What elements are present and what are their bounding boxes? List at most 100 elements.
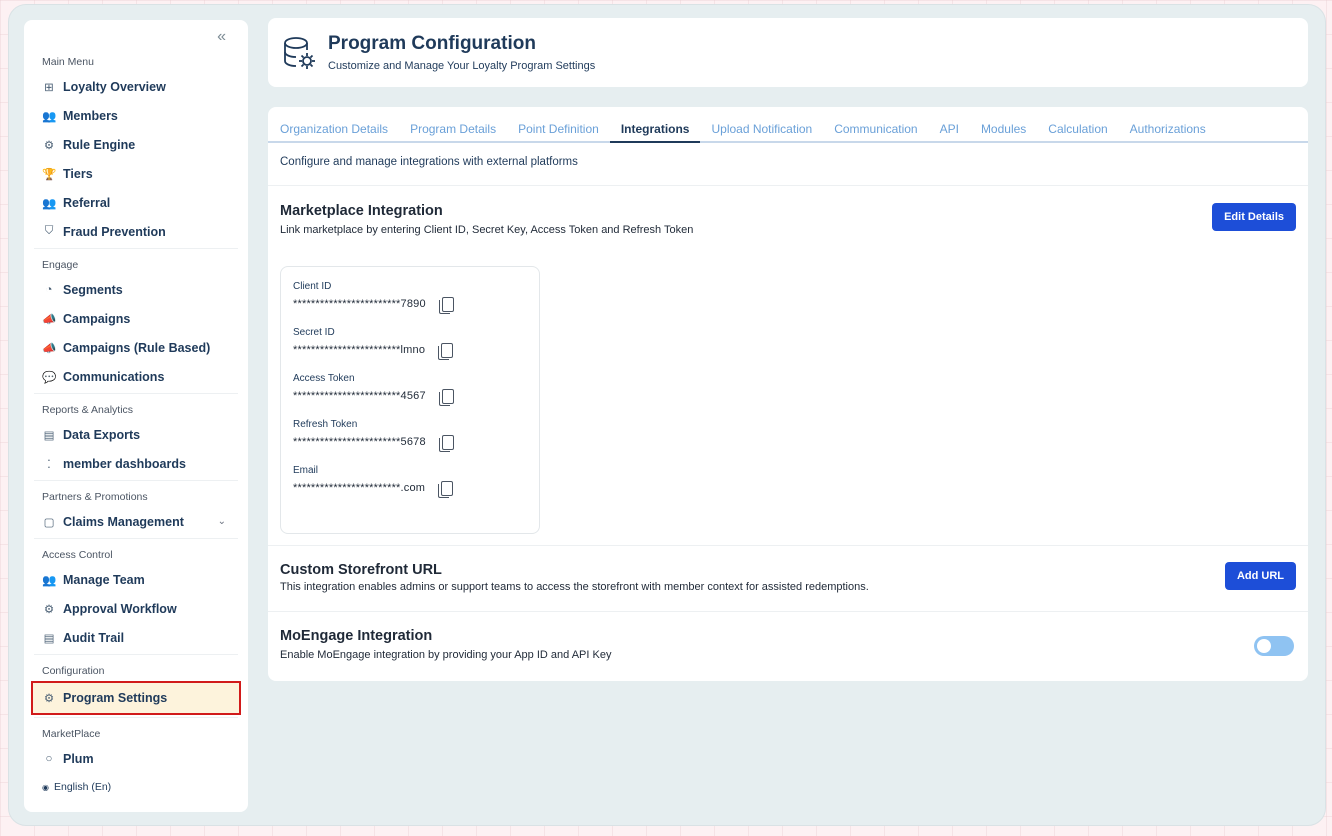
- sidebar-item-plum[interactable]: ○ Plum: [34, 744, 238, 773]
- marketplace-integration-section: Marketplace Integration Link marketplace…: [268, 186, 1308, 546]
- copy-icon[interactable]: [438, 388, 454, 406]
- sidebar-section-label: Engage: [42, 259, 79, 271]
- add-url-button[interactable]: Add URL: [1224, 562, 1296, 590]
- copy-icon[interactable]: [438, 342, 454, 360]
- tab-modules[interactable]: Modules: [970, 122, 1037, 143]
- sidebar-nav: Main Menu ⊞ Loyalty Overview 👥 Members ⚙ Rule …: [31, 52, 241, 773]
- sidebar-item-label: Campaigns (Rule Based): [63, 340, 211, 355]
- credential-value: ************************4567: [293, 390, 426, 402]
- trophy-icon: 🏆: [42, 168, 57, 181]
- rule-engine-icon: ⚙: [43, 139, 55, 152]
- sidebar-item-campaigns-rule-based[interactable]: 📣 Campaigns (Rule Based): [34, 333, 238, 362]
- members-icon: 👥: [42, 110, 57, 123]
- sidebar-divider: [34, 393, 238, 394]
- database-settings-icon: [284, 36, 315, 69]
- moengage-description: Enable MoEngage integration by providing…: [280, 649, 612, 661]
- sidebar-item-label: Rule Engine: [63, 137, 136, 152]
- sidebar-item-label: Plum: [63, 751, 94, 766]
- referral-icon: 👥: [42, 197, 57, 210]
- sidebar-item-member-dashboards[interactable]: ⁚ member dashboards: [34, 449, 238, 478]
- tab-communication[interactable]: Communication: [823, 122, 928, 143]
- credential-row: ************************4567: [293, 384, 527, 408]
- marketplace-title: Marketplace Integration: [280, 203, 443, 219]
- sidebar-item-tiers[interactable]: 🏆 Tiers: [34, 159, 238, 188]
- sidebar-item-label: Loyalty Overview: [63, 79, 166, 94]
- tab-organization-details[interactable]: Organization Details: [280, 122, 399, 143]
- sidebar-item-label: Data Exports: [63, 427, 141, 442]
- tab-program-details[interactable]: Program Details: [399, 122, 507, 143]
- sidebar-item-audit-trail[interactable]: ▤ Audit Trail: [34, 623, 238, 652]
- copy-icon[interactable]: [438, 434, 454, 452]
- moengage-toggle[interactable]: [1254, 636, 1294, 656]
- credential-label: Client ID: [293, 281, 332, 292]
- sidebar-item-label: Segments: [63, 282, 123, 297]
- sidebar-section-label: Main Menu: [42, 56, 94, 68]
- chevron-down-icon[interactable]: ⌄: [218, 516, 226, 527]
- tab-point-definition[interactable]: Point Definition: [507, 122, 610, 143]
- sidebar-item-rule-engine[interactable]: ⚙ Rule Engine: [34, 130, 238, 159]
- workflow-icon: ⚙: [43, 603, 55, 616]
- sidebar-item-label: Referral: [63, 195, 111, 210]
- sidebar-item-claims-management[interactable]: ▢ Claims Management ⌄: [34, 507, 238, 536]
- sidebar-section-label: MarketPlace: [42, 728, 101, 740]
- audit-icon: ▤: [43, 632, 55, 645]
- sidebar-section-label: Configuration: [42, 665, 105, 677]
- credential-label: Access Token: [293, 373, 355, 384]
- sidebar-item-loyalty-overview[interactable]: ⊞ Loyalty Overview: [34, 72, 238, 101]
- main-card: Organization Details Program Details Point…: [268, 107, 1308, 681]
- megaphone-icon: 📣: [42, 342, 57, 355]
- tab-upload-notification[interactable]: Upload Notification: [700, 122, 823, 143]
- sidebar-item-label: Approval Workflow: [63, 601, 177, 616]
- tab-authorizations[interactable]: Authorizations: [1119, 122, 1217, 143]
- pie-chart-icon: ◔: [45, 283, 53, 296]
- edit-details-button[interactable]: Edit Details: [1212, 203, 1296, 231]
- sidebar-item-label: Program Settings: [63, 691, 168, 705]
- sidebar: « Main Menu ⊞ Loyalty Overview 👥 Members ⚙ Rul…: [24, 20, 248, 812]
- credential-row: ************************7890: [293, 292, 527, 316]
- credential-label: Refresh Token: [293, 419, 358, 430]
- sidebar-item-communications[interactable]: 💬 Communications: [34, 362, 238, 391]
- sidebar-item-referral[interactable]: 👥 Referral: [34, 188, 238, 217]
- credential-value: ************************5678: [293, 436, 426, 448]
- collapse-sidebar-icon[interactable]: «: [217, 28, 226, 46]
- credential-row: ************************.com: [293, 476, 527, 500]
- tab-description: Configure and manage integrations with e…: [268, 143, 1308, 186]
- storefront-title: Custom Storefront URL: [280, 562, 442, 578]
- settings-tabs: Organization Details Program Details Point…: [268, 107, 1308, 143]
- tab-calculation[interactable]: Calculation: [1037, 122, 1118, 143]
- chat-icon: 💬: [42, 371, 57, 384]
- storefront-description: This integration enables admins or suppo…: [280, 581, 869, 593]
- sidebar-divider: [34, 538, 238, 539]
- sidebar-item-label: Claims Management: [63, 514, 184, 529]
- sidebar-divider: [34, 717, 238, 718]
- sidebar-item-label: Communications: [63, 369, 165, 384]
- settings-icon: ⚙: [43, 693, 55, 705]
- sidebar-divider: [34, 654, 238, 655]
- tab-api[interactable]: API: [929, 122, 970, 143]
- sidebar-item-program-settings[interactable]: ⚙ Program Settings: [31, 681, 241, 715]
- sidebar-item-segments[interactable]: ◔ Segments: [34, 275, 238, 304]
- copy-icon[interactable]: [438, 480, 454, 498]
- moengage-section: MoEngage Integration Enable MoEngage int…: [268, 612, 1308, 676]
- plum-icon: ○: [45, 752, 53, 765]
- file-export-icon: ▤: [43, 429, 55, 442]
- sidebar-item-campaigns[interactable]: 📣 Campaigns: [34, 304, 238, 333]
- sidebar-divider: [34, 480, 238, 481]
- sidebar-section-label: Partners & Promotions: [42, 491, 148, 503]
- sidebar-item-manage-team[interactable]: 👥 Manage Team: [34, 565, 238, 594]
- sidebar-item-members[interactable]: 👥 Members: [34, 101, 238, 130]
- sidebar-item-label: Audit Trail: [63, 630, 125, 645]
- sidebar-item-label: Tiers: [63, 166, 93, 181]
- sidebar-item-fraud-prevention[interactable]: ⛉ Fraud Prevention: [34, 217, 238, 246]
- claims-icon: ▢: [43, 516, 55, 529]
- sidebar-item-data-exports[interactable]: ▤ Data Exports: [34, 420, 238, 449]
- tab-integrations[interactable]: Integrations: [609, 122, 701, 143]
- shield-icon: ⛉: [44, 225, 54, 237]
- sidebar-item-label: Fraud Prevention: [63, 224, 166, 239]
- copy-icon[interactable]: [438, 296, 454, 314]
- language-selector[interactable]: ◉ English (En): [34, 781, 238, 793]
- credential-value: ************************7890: [293, 298, 426, 310]
- credential-label: Email: [293, 465, 319, 476]
- dashboard-icon: ⊞: [44, 81, 54, 94]
- sidebar-item-approval-workflow[interactable]: ⚙ Approval Workflow: [34, 594, 238, 623]
